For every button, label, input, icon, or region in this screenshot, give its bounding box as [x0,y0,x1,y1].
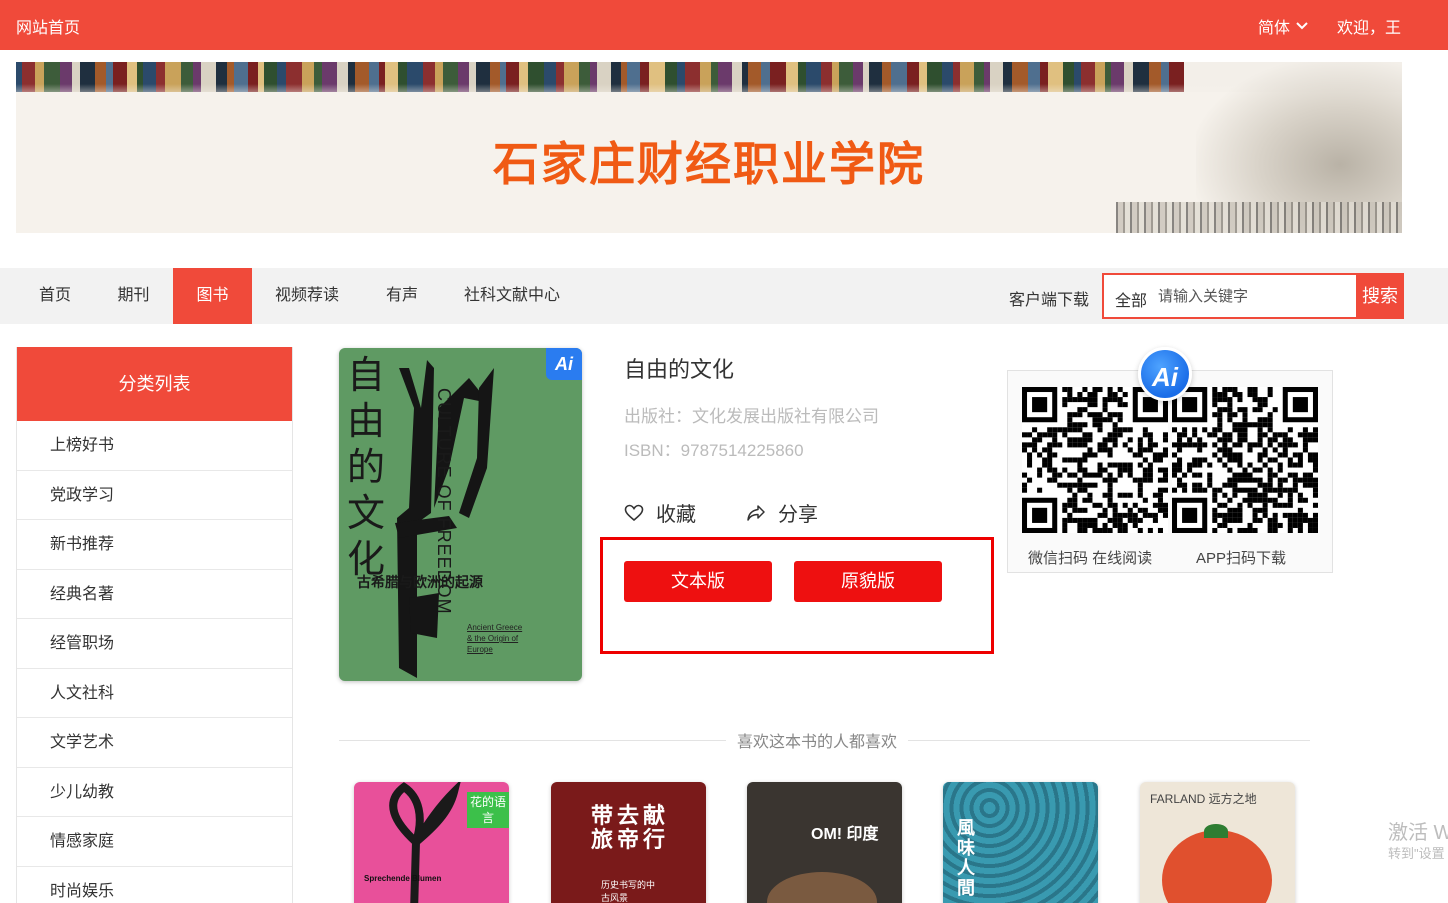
share-button[interactable]: 分享 [746,498,818,527]
recommend-book[interactable]: FARLAND 远方之地 [1140,782,1295,903]
favorite-button[interactable]: 收藏 [624,498,696,527]
tomato-stem [1204,824,1228,838]
portrait-illustration [767,872,877,903]
text-version-button[interactable]: 文本版 [624,561,772,602]
category-item[interactable]: 上榜好书 [17,421,292,471]
category-item[interactable]: 新书推荐 [17,520,292,570]
category-sidebar: 分类列表 上榜好书 党政学习 新书推荐 经典名著 经管职场 人文社科 文学艺术 … [16,347,293,903]
banner-book-spines [1116,202,1402,233]
ai-badge: Ai [546,348,582,380]
cover-english-subtitle: Ancient Greece & the Origin of Europe [467,623,523,654]
ai-assistant-icon[interactable]: Ai [1138,347,1192,401]
book-publisher: 出版社：文化发展出版社有限公司 [624,407,879,426]
app-qr-code [1172,387,1318,533]
book-cover[interactable]: 自由的文化 CULTURE OF FREEDOM 古希腊与欧洲的起源 Ancie… [339,348,582,681]
recommend-book-tag: FARLAND 远方之地 [1150,792,1257,806]
welcome-user[interactable]: 欢迎，王 [1337,14,1401,38]
category-item[interactable]: 经典名著 [17,570,292,619]
search-scope-select[interactable]: 全部 [1115,287,1147,311]
nav-item-videos[interactable]: 视频荐读 [252,268,362,324]
share-label: 分享 [778,504,818,526]
banner-brush-edge [16,84,1402,104]
activation-watermark-sub: 转到"设置 [1388,846,1445,861]
nav-item-home[interactable]: 首页 [16,268,94,324]
wechat-qr-label: 微信扫码 在线阅读 [1028,550,1153,567]
recommend-book-tag: 花的语言 [467,792,509,828]
app-qr-label: APP扫码下载 [1196,550,1287,567]
flower-illustration [389,782,461,903]
search-input[interactable] [1158,284,1348,308]
nav-item-books[interactable]: 图书 [173,268,252,324]
share-icon [747,504,765,521]
category-heading: 分类列表 [17,347,292,421]
recommend-book-subtitle: 历史书写的中古风景 [601,880,656,903]
recommend-book[interactable]: 花的语言 Sprechende Blumen [354,782,509,903]
recommend-book-tag: OM! 印度 [811,826,879,843]
school-name: 石家庄财经职业学院 [493,137,925,191]
client-download-link[interactable]: 客户端下载 [1009,286,1089,310]
banner: 石家庄财经职业学院 [16,62,1402,233]
category-item[interactable]: 少儿幼教 [17,768,292,817]
category-item[interactable]: 经管职场 [17,619,292,669]
category-item[interactable]: 党政学习 [17,471,292,520]
site-home-link[interactable]: 网站首页 [16,14,80,38]
book-title: 自由的文化 [624,357,735,382]
category-item[interactable]: 文学艺术 [17,718,292,768]
wechat-qr-code [1022,387,1168,533]
language-label: 简体 [1258,20,1291,37]
recommend-book[interactable]: 風味人間 [943,782,1098,903]
nav-item-audio[interactable]: 有声 [362,268,442,324]
activation-watermark: 激活 W [1388,822,1448,844]
language-switch[interactable]: 简体 [1258,14,1308,38]
chevron-down-icon [1296,22,1308,30]
recommend-book-subtitle: Sprechende Blumen [364,874,442,883]
recommend-book-tag: 風味人間 [957,818,975,898]
original-version-button[interactable]: 原貌版 [794,561,942,602]
nav-item-social-science[interactable]: 社科文献中心 [442,268,582,324]
nav-item-journals[interactable]: 期刊 [94,268,173,324]
favorite-label: 收藏 [656,504,696,526]
heart-icon [624,504,644,521]
search-button[interactable]: 搜索 [1356,273,1404,319]
recommend-book[interactable]: OM! 印度 [747,782,902,903]
tomato-illustration [1162,830,1272,903]
search-box: 全部 搜索 [1102,273,1404,319]
recommend-book[interactable]: 带去献旅帝行 历史书写的中古风景 [551,782,706,903]
top-bar: 网站首页 简体 欢迎，王 [0,0,1448,50]
category-item[interactable]: 时尚娱乐 [17,867,292,903]
cover-subtitle: 古希腊与欧洲的起源 [357,575,483,591]
cover-title: 自由的文化 [347,353,386,581]
category-item[interactable]: 人文社科 [17,669,292,718]
book-isbn: ISBN：9787514225860 [624,441,804,460]
recommend-heading: 喜欢这本书的人都喜欢 [726,728,909,752]
category-item[interactable]: 情感家庭 [17,817,292,867]
recommend-book-tag: 带去献旅帝行 [591,803,670,852]
